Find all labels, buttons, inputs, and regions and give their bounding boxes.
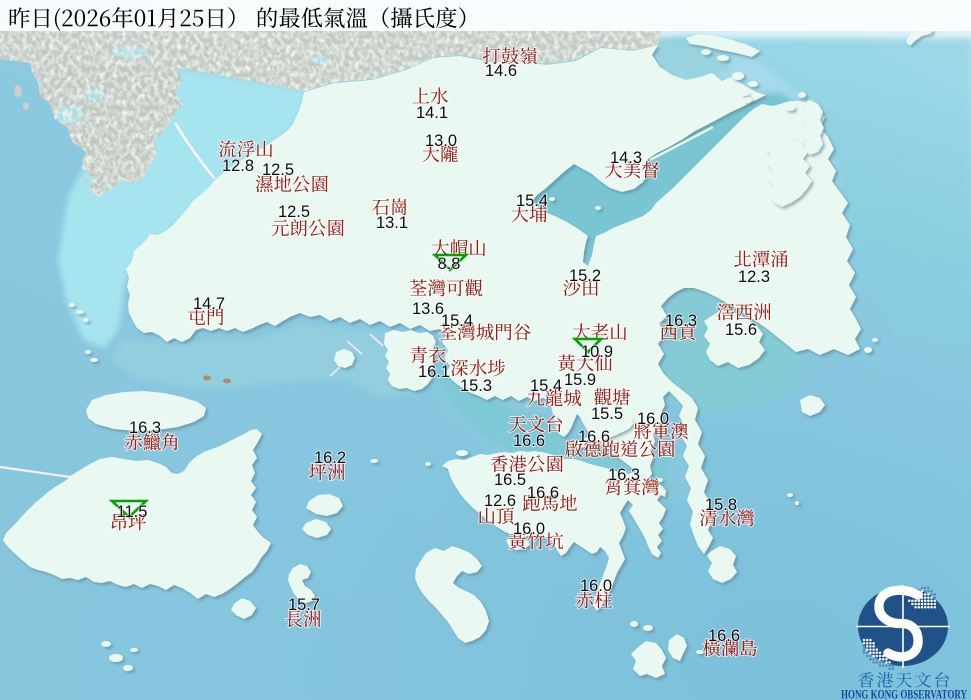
svg-text:15.9: 15.9 [564,371,596,389]
svg-text:16.6: 16.6 [578,428,610,446]
svg-text:14.7: 14.7 [193,295,225,313]
svg-text:15.5: 15.5 [591,405,623,423]
svg-text:13.1: 13.1 [376,214,408,232]
svg-text:14.6: 14.6 [485,62,517,80]
svg-text:13.0: 13.0 [425,132,457,150]
svg-text:13.6: 13.6 [412,300,444,318]
svg-text:8.8: 8.8 [438,255,461,273]
svg-text:16.3: 16.3 [129,419,161,437]
svg-text:11.5: 11.5 [117,503,148,521]
svg-text:12.6: 12.6 [484,492,516,510]
svg-text:14.1: 14.1 [416,104,448,122]
svg-text:12.5: 12.5 [278,203,310,221]
svg-text:15.6: 15.6 [725,321,757,339]
svg-text:16.6: 16.6 [708,627,740,645]
svg-text:16.0: 16.0 [637,410,669,428]
svg-text:15.8: 15.8 [705,496,737,514]
svg-text:10.9: 10.9 [581,343,613,361]
svg-text:16.3: 16.3 [665,312,697,330]
svg-text:16.1: 16.1 [418,363,450,381]
svg-text:16.6: 16.6 [513,432,545,450]
svg-text:12.3: 12.3 [738,268,770,286]
svg-text:HONG KONG OBSERVATORY: HONG KONG OBSERVATORY [841,688,967,700]
svg-text:15.2: 15.2 [569,267,601,285]
svg-text:16.3: 16.3 [608,466,640,484]
svg-text:12.8: 12.8 [222,157,254,175]
svg-text:15.7: 15.7 [288,596,320,614]
svg-text:12.5: 12.5 [262,161,294,179]
svg-text:16.6: 16.6 [527,484,559,502]
svg-text:14.3: 14.3 [610,149,642,167]
svg-text:15.4: 15.4 [441,312,473,330]
svg-text:15.4: 15.4 [530,377,562,395]
svg-text:15.3: 15.3 [460,377,492,395]
svg-text:16.0: 16.0 [580,577,612,595]
svg-text:16.2: 16.2 [314,449,346,467]
svg-text:16.0: 16.0 [513,520,545,538]
svg-text:15.4: 15.4 [516,192,548,210]
svg-text:16.5: 16.5 [494,471,526,489]
